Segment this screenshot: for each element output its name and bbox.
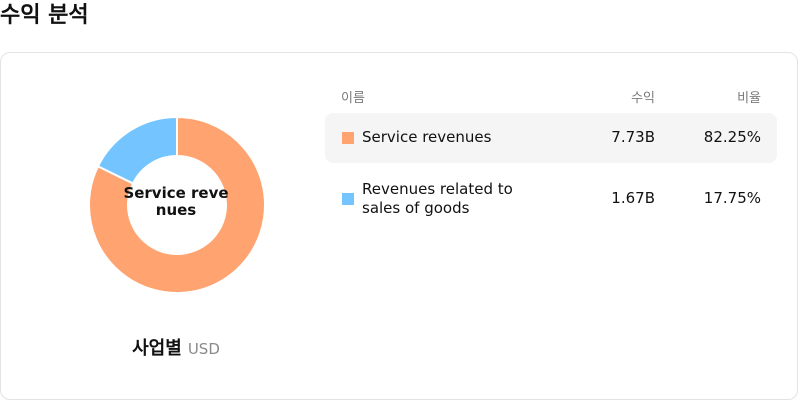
revenue-analysis-card: Service revenues 사업별 USD 이름 수익 비율 Service… [0,52,798,400]
legend-swatch [342,193,354,205]
row-revenue: 1.67B [611,189,655,207]
row-name: Service revenues [362,128,492,146]
header-name: 이름 [341,91,365,106]
chart-area: Service revenues 사업별 USD [1,53,351,401]
table-row[interactable]: Revenues related to sales of goods 1.67B… [325,173,777,225]
chart-caption-title: 사업별 [132,338,182,359]
header-share: 비율 [737,91,761,106]
table-row[interactable]: Service revenues 7.73B 82.25% [325,113,777,163]
page-title: 수익 분석 [0,3,89,28]
row-name: Revenues related to sales of goods [362,180,513,217]
row-share: 17.75% [703,189,761,207]
header-revenue: 수익 [631,91,655,106]
row-revenue: 7.73B [611,128,655,146]
revenue-table: 이름 수익 비율 Service revenues 7.73B 82.25% R… [325,83,777,225]
chart-caption: 사업별 USD [1,337,351,361]
donut-center-label: Service revenues [123,184,229,219]
row-share: 82.25% [703,128,761,146]
currency-unit: USD [187,340,220,358]
table-header: 이름 수익 비율 [325,83,777,109]
legend-swatch [342,132,354,144]
